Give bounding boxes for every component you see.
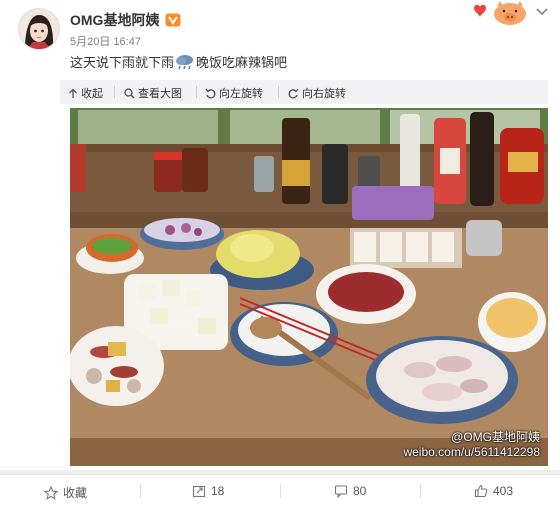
image-watermark: @OMG基地阿姨 weibo.com/u/5611412298 bbox=[403, 430, 540, 460]
chevron-down-icon[interactable] bbox=[535, 6, 551, 18]
toolbar-divider bbox=[114, 86, 115, 98]
collapse-label: 收起 bbox=[81, 88, 103, 100]
like-button[interactable]: 403 bbox=[474, 484, 513, 498]
rotate-right-button[interactable]: 向右旋转 bbox=[288, 85, 346, 101]
action-divider bbox=[280, 484, 281, 498]
post-text-part1: 这天说下雨就下雨 bbox=[70, 55, 175, 70]
watermark-url: weibo.com/u/5611412298 bbox=[403, 445, 540, 459]
star-icon bbox=[43, 485, 59, 500]
post-action-bar: 收藏 18 80 403 bbox=[0, 474, 560, 508]
watermark-handle: @OMG基地阿姨 bbox=[451, 430, 540, 444]
rotate-left-label: 向左旋转 bbox=[219, 88, 263, 100]
avatar-girl-icon bbox=[19, 9, 59, 49]
comment-icon bbox=[334, 485, 348, 499]
weibo-post-card: OMG基地阿姨 5月20日 16:47 这天说下雨就下雨 晚饭吃麻辣锅吧 收起 查… bbox=[0, 0, 560, 470]
post-text: 这天说下雨就下雨 晚饭吃麻辣锅吧 bbox=[70, 52, 287, 71]
pig-mascot-icon bbox=[474, 1, 526, 25]
rotate-left-button[interactable]: 向左旋转 bbox=[205, 85, 263, 101]
repost-button[interactable]: 18 bbox=[192, 484, 224, 498]
repost-icon bbox=[192, 485, 206, 498]
repost-count: 18 bbox=[211, 484, 225, 498]
thumbs-up-icon bbox=[474, 484, 488, 498]
favorite-label: 收藏 bbox=[63, 486, 88, 500]
collapse-button[interactable]: 收起 bbox=[68, 85, 103, 101]
view-large-button[interactable]: 查看大图 bbox=[124, 85, 182, 101]
toolbar-divider bbox=[196, 86, 197, 98]
arrow-up-icon bbox=[69, 88, 77, 98]
magnifier-icon bbox=[124, 88, 135, 99]
toolbar-divider bbox=[278, 86, 279, 98]
favorite-button[interactable]: 收藏 bbox=[43, 484, 88, 501]
comment-count: 80 bbox=[353, 484, 367, 498]
rotate-right-label: 向右旋转 bbox=[302, 88, 346, 100]
action-divider bbox=[420, 484, 421, 498]
username[interactable]: OMG基地阿姨 bbox=[70, 10, 181, 30]
action-divider bbox=[140, 484, 141, 498]
rain-cloud-icon bbox=[176, 55, 194, 70]
post-time[interactable]: 5月20日 16:47 bbox=[70, 33, 141, 49]
rotate-right-icon bbox=[288, 88, 299, 99]
username-text[interactable]: OMG基地阿姨 bbox=[70, 12, 159, 28]
rotate-left-icon bbox=[205, 88, 216, 99]
vip-badge-icon[interactable] bbox=[165, 13, 181, 27]
like-count: 403 bbox=[493, 484, 514, 498]
post-image[interactable]: @OMG基地阿姨 weibo.com/u/5611412298 bbox=[70, 108, 548, 466]
image-toolbar: 收起 查看大图 向左旋转 向右旋转 bbox=[60, 80, 548, 104]
view-large-label: 查看大图 bbox=[138, 88, 182, 100]
post-text-part2: 晚饭吃麻辣锅吧 bbox=[196, 55, 288, 70]
avatar[interactable] bbox=[18, 8, 60, 50]
comment-button[interactable]: 80 bbox=[334, 484, 367, 499]
hotpot-dinner-photo bbox=[70, 108, 548, 466]
